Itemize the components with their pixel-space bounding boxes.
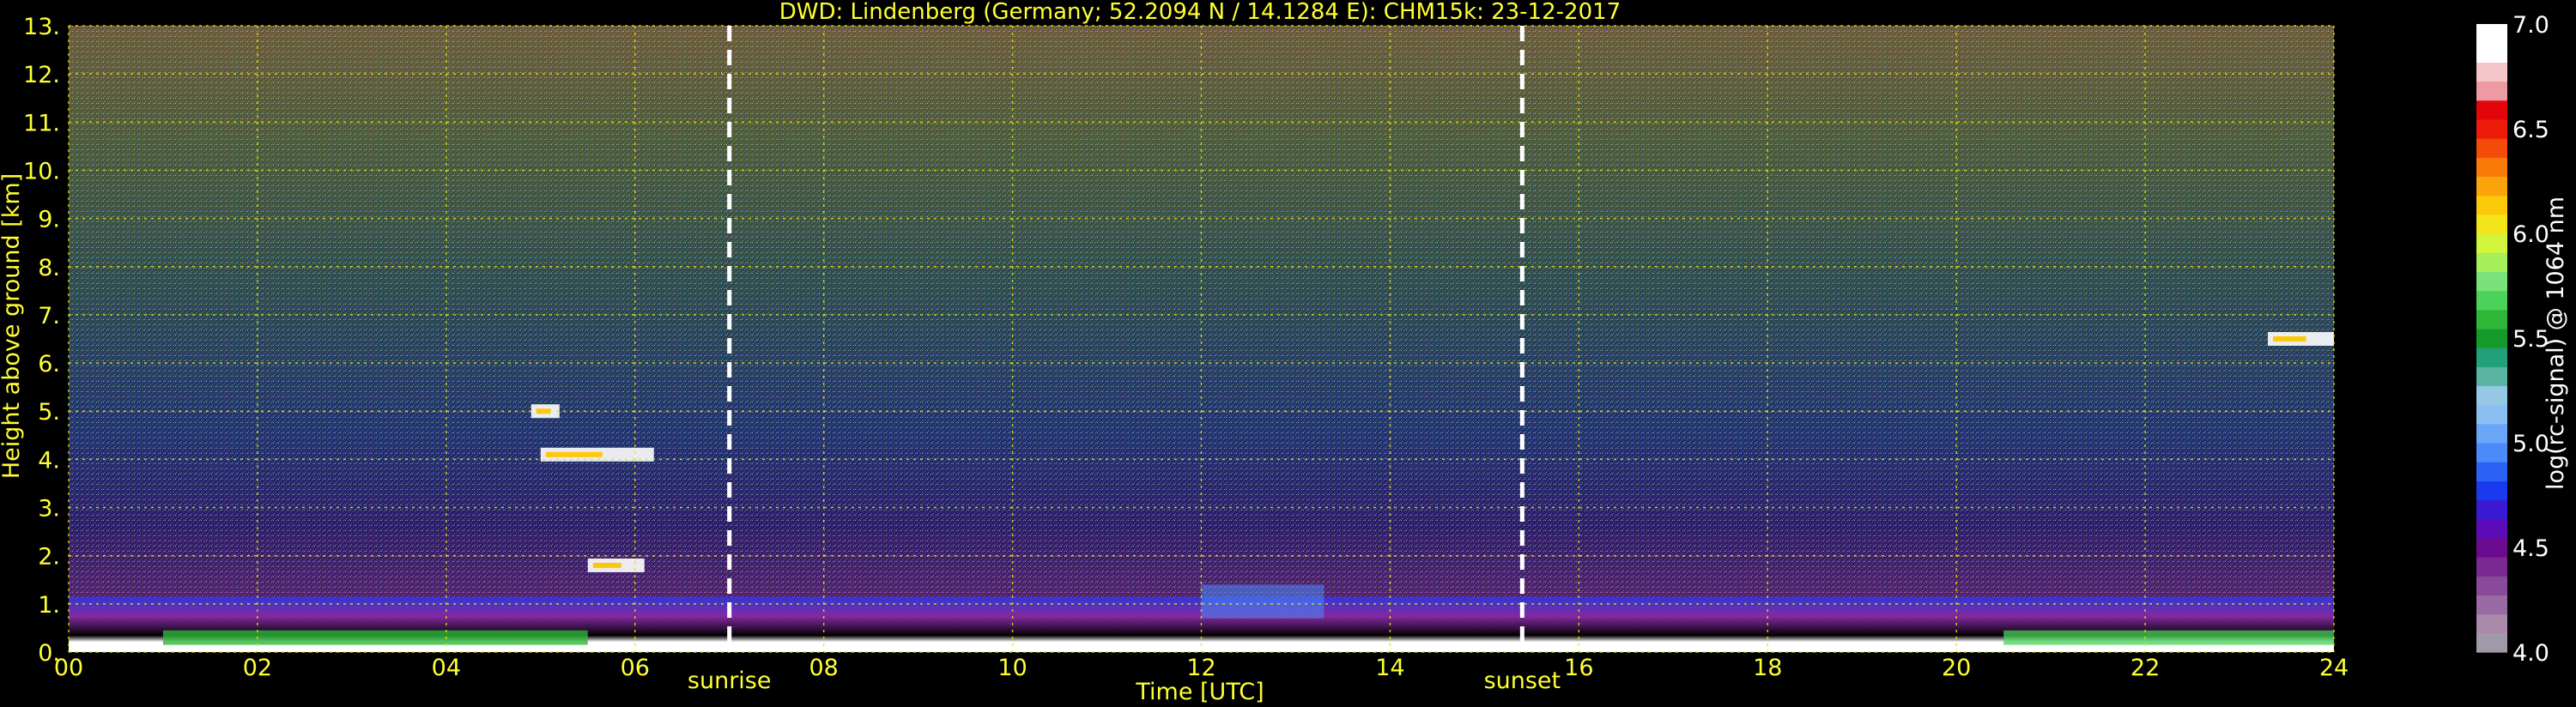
colorbar-tick-6: 7.0 (2512, 12, 2549, 39)
colorbar-swatch-22 (2476, 214, 2507, 234)
y-tick-label-12: 12. (23, 62, 60, 88)
colorbar-tick-0: 4.0 (2512, 640, 2549, 667)
colorbar-swatch-0 (2476, 632, 2507, 653)
lidar-chart: sunrise sunset 00 02 04 06 08 10 12 14 16 18 20 22 24… (0, 0, 2569, 705)
colorbar-tick-1: 4.5 (2512, 535, 2549, 562)
x-tick-label-9: 18 (1753, 655, 1782, 681)
colorbar-swatch-4 (2476, 557, 2507, 577)
y-tick-label-5: 5. (38, 399, 60, 426)
cloud-core-3 (592, 562, 621, 568)
colorbar-swatch-24 (2476, 176, 2507, 196)
colorbar-swatch-10 (2476, 443, 2507, 462)
x-tick-label-10: 20 (1942, 655, 1971, 681)
colorbar-swatch-7 (2476, 499, 2507, 520)
y-tick-label-2: 2. (38, 544, 60, 571)
colorbar-tick-5: 6.5 (2512, 117, 2549, 143)
x-tick-label-8: 16 (1564, 655, 1593, 681)
colorbar-swatch-21 (2476, 233, 2507, 253)
colorbar-swatch-26 (2476, 138, 2507, 158)
colorbar-swatch-1 (2476, 613, 2507, 634)
y-tick-label-9: 9. (38, 207, 60, 233)
x-tick-label-2: 04 (432, 655, 461, 681)
colorbar-swatch-11 (2476, 423, 2507, 444)
colorbar-swatch-32 (2476, 24, 2507, 44)
y-axis-label: Height above ground [km] (0, 173, 25, 479)
colorbar-swatch-17 (2476, 309, 2507, 329)
colorbar-swatch-18 (2476, 290, 2507, 311)
x-tick-label-1: 02 (243, 655, 272, 681)
colorbar-swatch-23 (2476, 195, 2507, 215)
colorbar-swatch-20 (2476, 252, 2507, 272)
colorbar-swatch-14 (2476, 366, 2507, 387)
x-tick-label-12: 24 (2319, 655, 2349, 681)
colorbar-swatch-15 (2476, 347, 2507, 367)
cloud-core-4 (2273, 336, 2306, 341)
y-tick-label-4: 4. (38, 447, 60, 474)
y-tick-label-0: 0. (38, 640, 60, 667)
aerosol-plume-midday (1201, 584, 1324, 619)
chart-title: DWD: Lindenberg (Germany; 52.2094 N / 14… (779, 0, 1621, 25)
x-tick-label-4: 08 (809, 655, 838, 681)
colorbar-swatch-19 (2476, 271, 2507, 292)
colorbar-swatch-31 (2476, 43, 2507, 63)
y-tick-label-10: 10. (23, 158, 60, 184)
sunset-label: sunset (1484, 668, 1561, 694)
colorbar-swatch-9 (2476, 462, 2507, 481)
colorbar-swatch-13 (2476, 385, 2507, 406)
x-axis-label: Time [UTC] (1135, 679, 1264, 705)
colorbar-swatch-16 (2476, 328, 2507, 348)
aerosol-layer-morning (162, 630, 588, 645)
y-tick-label-13: 13. (23, 14, 60, 40)
y-tick-label-11: 11. (23, 110, 60, 136)
colorbar-swatch-8 (2476, 480, 2507, 501)
y-tick-label-3: 3. (38, 496, 60, 523)
colorbar-label: log(rc-signal) @ 1064 nm (2543, 196, 2569, 490)
colorbar-swatch-12 (2476, 404, 2507, 425)
colorbar-swatch-6 (2476, 518, 2507, 539)
sunrise-label: sunrise (688, 668, 772, 694)
colorbar-swatch-2 (2476, 595, 2507, 615)
colorbar-swatch-5 (2476, 537, 2507, 558)
y-tick-label-8: 8. (38, 255, 60, 281)
x-tick-label-5: 10 (997, 655, 1027, 681)
colorbar-swatch-25 (2476, 157, 2507, 178)
x-tick-label-6: 12 (1186, 655, 1215, 681)
y-tick-label-1: 1. (38, 592, 60, 619)
colorbar-swatch-30 (2476, 62, 2507, 82)
colorbar-swatch-3 (2476, 576, 2507, 596)
aerosol-layer-evening (2003, 630, 2334, 645)
y-tick-label-7: 7. (38, 303, 60, 329)
x-tick-label-11: 22 (2131, 655, 2160, 681)
colorbar-swatch-27 (2476, 118, 2507, 139)
cloud-core-1 (545, 451, 603, 457)
x-tick-label-3: 06 (621, 655, 650, 681)
x-tick-label-7: 14 (1375, 655, 1404, 681)
signal-noise (69, 26, 2334, 652)
y-tick-label-6: 6. (38, 351, 60, 378)
colorbar-swatch-29 (2476, 81, 2507, 101)
colorbar-swatch-28 (2476, 100, 2507, 120)
